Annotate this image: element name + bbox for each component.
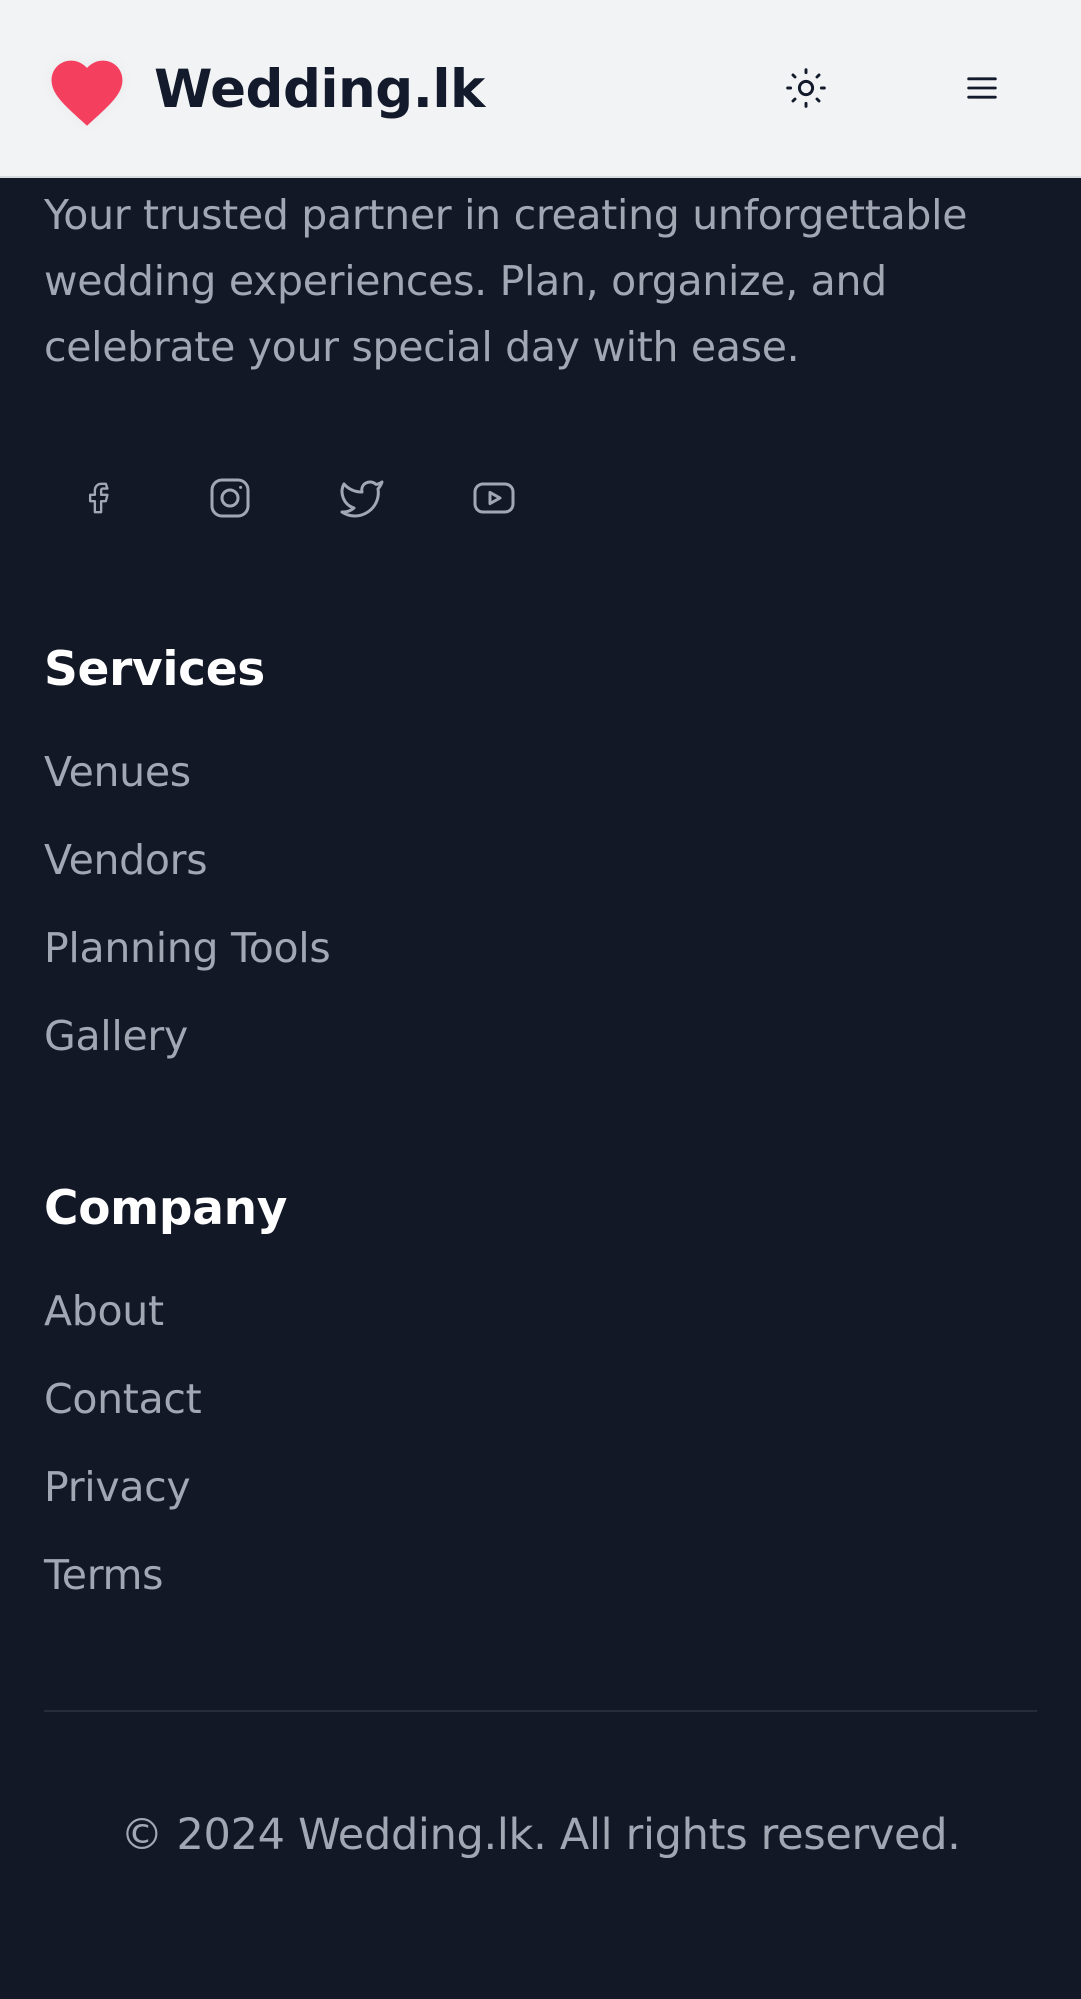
footer-divider bbox=[44, 1710, 1037, 1712]
footer-tagline: Your trusted partner in creating unforge… bbox=[44, 191, 968, 371]
facebook-icon bbox=[88, 482, 109, 514]
footer-link-gallery[interactable]: Gallery bbox=[44, 1010, 330, 1098]
hamburger-menu-icon bbox=[967, 77, 997, 99]
footer-link-vendors[interactable]: Vendors bbox=[44, 834, 330, 922]
site-footer: Your trusted partner in creating unforge… bbox=[0, 178, 1081, 1999]
theme-toggle-button[interactable] bbox=[776, 58, 836, 118]
youtube-icon bbox=[473, 482, 515, 514]
footer-link-privacy[interactable]: Privacy bbox=[44, 1461, 201, 1549]
footer-link-about[interactable]: About bbox=[44, 1285, 201, 1373]
social-links bbox=[70, 470, 598, 526]
footer-link-contact[interactable]: Contact bbox=[44, 1373, 202, 1461]
services-heading: Services bbox=[44, 642, 265, 697]
footer-link-planning-tools[interactable]: Planning Tools bbox=[44, 922, 331, 1010]
menu-button[interactable] bbox=[952, 58, 1012, 118]
logo-link[interactable]: Wedding.lk bbox=[44, 44, 485, 134]
company-list: About Contact Privacy Terms bbox=[44, 1285, 202, 1637]
copyright-text: © 2024 Wedding.lk. All rights reserved. bbox=[120, 1810, 961, 1860]
facebook-link[interactable] bbox=[70, 470, 126, 526]
twitter-link[interactable] bbox=[334, 470, 390, 526]
services-list: Venues Vendors Planning Tools Gallery bbox=[44, 746, 331, 1098]
sun-icon bbox=[786, 68, 826, 108]
brand-name: Wedding.lk bbox=[154, 58, 485, 120]
instagram-link[interactable] bbox=[202, 470, 258, 526]
youtube-link[interactable] bbox=[466, 470, 522, 526]
instagram-icon bbox=[210, 478, 250, 518]
footer-link-venues[interactable]: Venues bbox=[44, 746, 330, 834]
company-heading: Company bbox=[44, 1181, 288, 1236]
footer-link-terms[interactable]: Terms bbox=[44, 1549, 201, 1637]
heart-icon bbox=[51, 60, 123, 126]
site-header: Wedding.lk bbox=[0, 0, 1081, 178]
twitter-icon bbox=[340, 480, 384, 518]
